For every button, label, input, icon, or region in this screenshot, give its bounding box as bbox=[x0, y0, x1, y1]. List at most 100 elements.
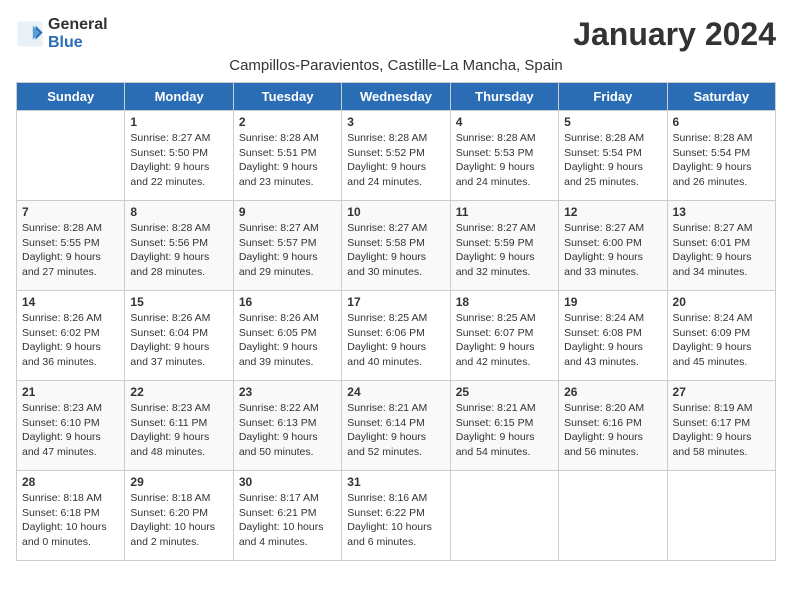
calendar-cell: 13 Sunrise: 8:27 AM Sunset: 6:01 PM Dayli… bbox=[667, 201, 775, 291]
calendar-cell: 7 Sunrise: 8:28 AM Sunset: 5:55 PM Daylig… bbox=[17, 201, 125, 291]
location-title: Campillos-Paravientos, Castille-La Manch… bbox=[16, 57, 776, 74]
day-number: 22 bbox=[130, 385, 227, 399]
calendar-cell: 24Sunrise: 8:21 AM Sunset: 6:14 PM Dayli… bbox=[342, 381, 450, 471]
calendar-cell: 22 Sunrise: 8:23 AM Sunset: 6:11 PM Dayli… bbox=[125, 381, 233, 471]
cell-sun-info: Sunrise: 8:28 AM Sunset: 5:51 PM Dayligh… bbox=[239, 131, 336, 190]
day-number: 10 bbox=[347, 205, 444, 219]
calendar-cell: 25 Sunrise: 8:21 AM Sunset: 6:15 PM Dayli… bbox=[450, 381, 558, 471]
day-number: 3 bbox=[347, 115, 444, 129]
calendar-cell: 3 Sunrise: 8:28 AM Sunset: 5:52 PM Daylig… bbox=[342, 111, 450, 201]
weekday-header-sunday: Sunday bbox=[17, 83, 125, 111]
cell-sun-info: Sunrise: 8:21 AM Sunset: 6:15 PM Dayligh… bbox=[456, 401, 553, 460]
calendar-cell bbox=[559, 471, 667, 561]
calendar-cell: 31 Sunrise: 8:16 AM Sunset: 6:22 PM Dayli… bbox=[342, 471, 450, 561]
weekday-header-tuesday: Tuesday bbox=[233, 83, 341, 111]
weekday-header-thursday: Thursday bbox=[450, 83, 558, 111]
cell-sun-info: Sunrise: 8:16 AM Sunset: 6:22 PM Dayligh… bbox=[347, 491, 444, 550]
month-title: January 2024 bbox=[573, 16, 776, 53]
calendar-cell bbox=[450, 471, 558, 561]
day-number: 28 bbox=[22, 475, 119, 489]
calendar-cell: 26 Sunrise: 8:20 AM Sunset: 6:16 PM Dayli… bbox=[559, 381, 667, 471]
calendar-cell: 9 Sunrise: 8:27 AM Sunset: 5:57 PM Daylig… bbox=[233, 201, 341, 291]
calendar-cell: 10 Sunrise: 8:27 AM Sunset: 5:58 PM Dayli… bbox=[342, 201, 450, 291]
day-number: 31 bbox=[347, 475, 444, 489]
day-number: 16 bbox=[239, 295, 336, 309]
logo-icon bbox=[16, 20, 44, 48]
calendar-cell: 16 Sunrise: 8:26 AM Sunset: 6:05 PM Dayli… bbox=[233, 291, 341, 381]
cell-sun-info: Sunrise: 8:24 AM Sunset: 6:08 PM Dayligh… bbox=[564, 311, 661, 370]
day-number: 5 bbox=[564, 115, 661, 129]
cell-sun-info: Sunrise: 8:17 AM Sunset: 6:21 PM Dayligh… bbox=[239, 491, 336, 550]
calendar-cell: 4Sunrise: 8:28 AM Sunset: 5:53 PM Daylig… bbox=[450, 111, 558, 201]
calendar-cell bbox=[17, 111, 125, 201]
day-number: 1 bbox=[130, 115, 227, 129]
logo-text: General Blue bbox=[48, 16, 108, 52]
cell-sun-info: Sunrise: 8:26 AM Sunset: 6:02 PM Dayligh… bbox=[22, 311, 119, 370]
cell-sun-info: Sunrise: 8:27 AM Sunset: 5:57 PM Dayligh… bbox=[239, 221, 336, 280]
day-number: 14 bbox=[22, 295, 119, 309]
day-number: 2 bbox=[239, 115, 336, 129]
cell-sun-info: Sunrise: 8:28 AM Sunset: 5:54 PM Dayligh… bbox=[673, 131, 770, 190]
day-number: 24 bbox=[347, 385, 444, 399]
calendar-week-3: 14 Sunrise: 8:26 AM Sunset: 6:02 PM Dayli… bbox=[17, 291, 776, 381]
cell-sun-info: Sunrise: 8:27 AM Sunset: 6:00 PM Dayligh… bbox=[564, 221, 661, 280]
calendar-cell bbox=[667, 471, 775, 561]
calendar-week-1: 1Sunrise: 8:27 AM Sunset: 5:50 PM Daylig… bbox=[17, 111, 776, 201]
cell-sun-info: Sunrise: 8:18 AM Sunset: 6:18 PM Dayligh… bbox=[22, 491, 119, 550]
weekday-header-wednesday: Wednesday bbox=[342, 83, 450, 111]
cell-sun-info: Sunrise: 8:28 AM Sunset: 5:52 PM Dayligh… bbox=[347, 131, 444, 190]
day-number: 13 bbox=[673, 205, 770, 219]
calendar-cell: 12 Sunrise: 8:27 AM Sunset: 6:00 PM Dayli… bbox=[559, 201, 667, 291]
calendar-cell: 2 Sunrise: 8:28 AM Sunset: 5:51 PM Daylig… bbox=[233, 111, 341, 201]
calendar-cell: 20 Sunrise: 8:24 AM Sunset: 6:09 PM Dayli… bbox=[667, 291, 775, 381]
day-number: 4 bbox=[456, 115, 553, 129]
day-number: 20 bbox=[673, 295, 770, 309]
cell-sun-info: Sunrise: 8:23 AM Sunset: 6:11 PM Dayligh… bbox=[130, 401, 227, 460]
day-number: 6 bbox=[673, 115, 770, 129]
day-number: 17 bbox=[347, 295, 444, 309]
day-number: 27 bbox=[673, 385, 770, 399]
day-number: 18 bbox=[456, 295, 553, 309]
day-number: 8 bbox=[130, 205, 227, 219]
cell-sun-info: Sunrise: 8:28 AM Sunset: 5:55 PM Dayligh… bbox=[22, 221, 119, 280]
cell-sun-info: Sunrise: 8:27 AM Sunset: 5:59 PM Dayligh… bbox=[456, 221, 553, 280]
cell-sun-info: Sunrise: 8:20 AM Sunset: 6:16 PM Dayligh… bbox=[564, 401, 661, 460]
day-number: 15 bbox=[130, 295, 227, 309]
cell-sun-info: Sunrise: 8:19 AM Sunset: 6:17 PM Dayligh… bbox=[673, 401, 770, 460]
day-number: 9 bbox=[239, 205, 336, 219]
calendar-cell: 6 Sunrise: 8:28 AM Sunset: 5:54 PM Daylig… bbox=[667, 111, 775, 201]
calendar-cell: 18Sunrise: 8:25 AM Sunset: 6:07 PM Dayli… bbox=[450, 291, 558, 381]
calendar-week-5: 28 Sunrise: 8:18 AM Sunset: 6:18 PM Dayli… bbox=[17, 471, 776, 561]
day-number: 11 bbox=[456, 205, 553, 219]
calendar-cell: 27 Sunrise: 8:19 AM Sunset: 6:17 PM Dayli… bbox=[667, 381, 775, 471]
day-number: 29 bbox=[130, 475, 227, 489]
cell-sun-info: Sunrise: 8:26 AM Sunset: 6:05 PM Dayligh… bbox=[239, 311, 336, 370]
day-number: 26 bbox=[564, 385, 661, 399]
day-number: 23 bbox=[239, 385, 336, 399]
cell-sun-info: Sunrise: 8:28 AM Sunset: 5:54 PM Dayligh… bbox=[564, 131, 661, 190]
day-number: 19 bbox=[564, 295, 661, 309]
calendar-cell: 14 Sunrise: 8:26 AM Sunset: 6:02 PM Dayli… bbox=[17, 291, 125, 381]
calendar-cell: 23 Sunrise: 8:22 AM Sunset: 6:13 PM Dayli… bbox=[233, 381, 341, 471]
cell-sun-info: Sunrise: 8:24 AM Sunset: 6:09 PM Dayligh… bbox=[673, 311, 770, 370]
cell-sun-info: Sunrise: 8:27 AM Sunset: 6:01 PM Dayligh… bbox=[673, 221, 770, 280]
cell-sun-info: Sunrise: 8:27 AM Sunset: 5:58 PM Dayligh… bbox=[347, 221, 444, 280]
cell-sun-info: Sunrise: 8:22 AM Sunset: 6:13 PM Dayligh… bbox=[239, 401, 336, 460]
day-number: 7 bbox=[22, 205, 119, 219]
day-number: 25 bbox=[456, 385, 553, 399]
calendar-body: 1Sunrise: 8:27 AM Sunset: 5:50 PM Daylig… bbox=[17, 111, 776, 561]
calendar-table: SundayMondayTuesdayWednesdayThursdayFrid… bbox=[16, 82, 776, 561]
calendar-cell: 21 Sunrise: 8:23 AM Sunset: 6:10 PM Dayli… bbox=[17, 381, 125, 471]
cell-sun-info: Sunrise: 8:28 AM Sunset: 5:56 PM Dayligh… bbox=[130, 221, 227, 280]
day-number: 12 bbox=[564, 205, 661, 219]
calendar-cell: 11 Sunrise: 8:27 AM Sunset: 5:59 PM Dayli… bbox=[450, 201, 558, 291]
calendar-cell: 19 Sunrise: 8:24 AM Sunset: 6:08 PM Dayli… bbox=[559, 291, 667, 381]
calendar-week-4: 21 Sunrise: 8:23 AM Sunset: 6:10 PM Dayli… bbox=[17, 381, 776, 471]
calendar-cell: 15 Sunrise: 8:26 AM Sunset: 6:04 PM Dayli… bbox=[125, 291, 233, 381]
weekday-header-friday: Friday bbox=[559, 83, 667, 111]
day-number: 21 bbox=[22, 385, 119, 399]
cell-sun-info: Sunrise: 8:25 AM Sunset: 6:06 PM Dayligh… bbox=[347, 311, 444, 370]
cell-sun-info: Sunrise: 8:23 AM Sunset: 6:10 PM Dayligh… bbox=[22, 401, 119, 460]
cell-sun-info: Sunrise: 8:26 AM Sunset: 6:04 PM Dayligh… bbox=[130, 311, 227, 370]
calendar-header-row: SundayMondayTuesdayWednesdayThursdayFrid… bbox=[17, 83, 776, 111]
